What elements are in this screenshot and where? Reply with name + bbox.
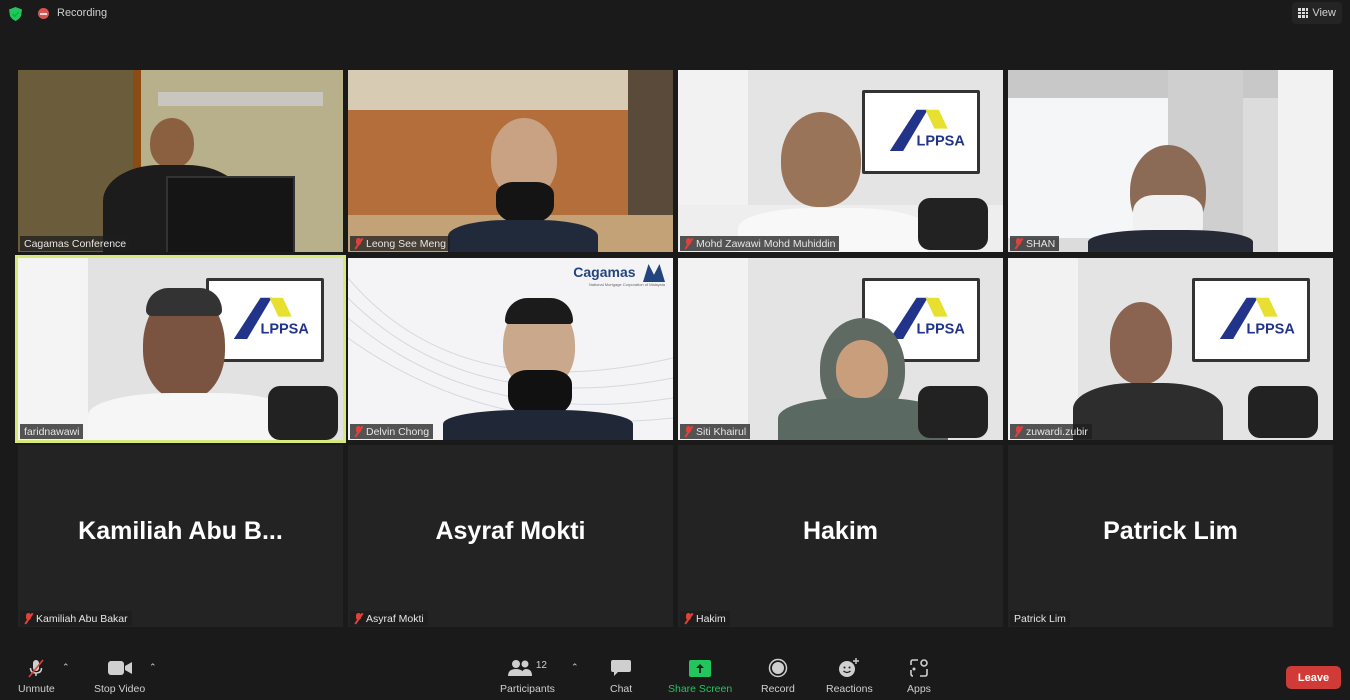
participant-name-tag: Cagamas Conference bbox=[20, 236, 131, 251]
record-icon bbox=[768, 658, 788, 678]
participant-name-tag: Patrick Lim bbox=[1010, 611, 1070, 626]
participant-name: Delvin Chong bbox=[366, 425, 430, 438]
chat-label: Chat bbox=[610, 683, 633, 695]
reactions-label: Reactions bbox=[826, 683, 873, 695]
participant-name: zuwardi.zubir bbox=[1026, 425, 1088, 438]
grid-view-icon bbox=[1298, 8, 1309, 18]
video-camera-icon bbox=[107, 661, 132, 675]
participants-options-caret[interactable]: ⌃ bbox=[571, 662, 579, 673]
unmute-label: Unmute bbox=[18, 683, 55, 695]
participant-display-name: Kamiliah Abu B... bbox=[78, 517, 283, 545]
video-options-caret[interactable]: ⌃ bbox=[149, 662, 157, 673]
svg-text:LPPSA: LPPSA bbox=[261, 321, 310, 337]
participant-name-tag: faridnawawi bbox=[20, 424, 84, 439]
apps-label: Apps bbox=[907, 683, 931, 695]
participant-name-tag: Leong See Meng bbox=[350, 236, 450, 251]
video-off-tile[interactable]: Hakim Hakim bbox=[678, 445, 1003, 627]
mic-muted-icon bbox=[1014, 426, 1023, 437]
video-tile-active-speaker[interactable]: LPPSA faridnawawi bbox=[15, 255, 346, 443]
participant-name-tag: SHAN bbox=[1010, 236, 1060, 251]
stop-video-button[interactable]: Stop Video bbox=[94, 658, 145, 695]
participant-name-tag: Kamiliah Abu Bakar bbox=[20, 611, 132, 626]
share-screen-arrow-icon bbox=[689, 659, 712, 677]
chat-bubble-icon bbox=[611, 660, 632, 676]
mic-muted-icon bbox=[684, 238, 693, 249]
lppsa-screen: LPPSA bbox=[862, 90, 980, 174]
participant-name: Hakim bbox=[696, 612, 726, 625]
svg-text:LPPSA: LPPSA bbox=[917, 321, 966, 337]
mic-muted-icon bbox=[354, 613, 363, 624]
participant-display-name: Patrick Lim bbox=[1103, 517, 1238, 545]
leave-meeting-button[interactable]: Leave bbox=[1286, 666, 1341, 689]
record-button[interactable]: Record bbox=[761, 658, 795, 695]
participant-name: Patrick Lim bbox=[1014, 612, 1066, 625]
video-tile[interactable]: LPPSA Siti Khairul bbox=[678, 258, 1003, 440]
cagamas-logo: Cagamas National Mortgage Corporation of… bbox=[573, 264, 665, 288]
audio-options-caret[interactable]: ⌃ bbox=[62, 662, 70, 673]
participant-count: 12 bbox=[535, 659, 547, 671]
participant-name: faridnawawi bbox=[24, 425, 80, 438]
mic-muted-icon bbox=[1014, 238, 1023, 249]
reactions-smiley-icon bbox=[839, 658, 860, 677]
top-bar: Recording View bbox=[0, 0, 1350, 28]
video-off-tile[interactable]: Kamiliah Abu B... Kamiliah Abu Bakar bbox=[18, 445, 343, 627]
participant-name: Asyraf Mokti bbox=[366, 612, 424, 625]
participants-icon bbox=[507, 660, 532, 676]
participant-name: Mohd Zawawi Mohd Muhiddin bbox=[696, 237, 836, 250]
participant-name-tag: Siti Khairul bbox=[680, 424, 751, 439]
apps-icon bbox=[910, 659, 928, 677]
recording-icon bbox=[38, 8, 49, 19]
participants-button[interactable]: 12 Participants bbox=[500, 658, 555, 696]
participant-name-tag: Hakim bbox=[680, 611, 730, 626]
apps-button[interactable]: Apps bbox=[907, 658, 931, 695]
video-off-tile[interactable]: Patrick Lim Patrick Lim bbox=[1008, 445, 1333, 627]
security-shield-icon[interactable] bbox=[9, 7, 22, 21]
mic-muted-icon bbox=[684, 426, 693, 437]
participant-display-name: Asyraf Mokti bbox=[435, 517, 586, 545]
participant-name: Leong See Meng bbox=[366, 237, 446, 250]
chat-button[interactable]: Chat bbox=[610, 658, 632, 695]
mic-muted-icon bbox=[24, 613, 33, 624]
video-tile[interactable]: SHAN bbox=[1008, 70, 1333, 252]
participant-name: Cagamas Conference bbox=[24, 237, 127, 250]
participant-name: Siti Khairul bbox=[696, 425, 747, 438]
mic-muted-icon bbox=[354, 238, 363, 249]
svg-text:LPPSA: LPPSA bbox=[1247, 321, 1296, 337]
participant-name: Kamiliah Abu Bakar bbox=[36, 612, 128, 625]
svg-text:LPPSA: LPPSA bbox=[917, 133, 966, 149]
participant-name-tag: Asyraf Mokti bbox=[350, 611, 428, 626]
video-off-tile[interactable]: Asyraf Mokti Asyraf Mokti bbox=[348, 445, 673, 627]
share-screen-button[interactable]: Share Screen bbox=[668, 658, 732, 695]
microphone-muted-icon bbox=[28, 659, 44, 678]
video-tile[interactable]: Cagamas Conference bbox=[18, 70, 343, 252]
participants-label: Participants bbox=[500, 683, 555, 695]
unmute-button[interactable]: Unmute bbox=[18, 658, 55, 695]
video-tile[interactable]: Leong See Meng bbox=[348, 70, 673, 252]
share-screen-label: Share Screen bbox=[668, 683, 733, 695]
meeting-toolbar: Unmute ⌃ Stop Video ⌃ 12 Participants ⌃ bbox=[0, 650, 1350, 700]
mic-muted-icon bbox=[354, 426, 363, 437]
video-tile[interactable]: LPPSA zuwardi.zubir bbox=[1008, 258, 1333, 440]
participant-name-tag: Delvin Chong bbox=[350, 424, 434, 439]
mic-muted-icon bbox=[684, 613, 693, 624]
participant-name-tag: Mohd Zawawi Mohd Muhiddin bbox=[680, 236, 840, 251]
recording-label: Recording bbox=[57, 7, 108, 19]
view-label: View bbox=[1312, 7, 1336, 19]
stop-video-label: Stop Video bbox=[94, 683, 146, 695]
record-label: Record bbox=[761, 683, 795, 695]
participant-name: SHAN bbox=[1026, 237, 1056, 250]
video-tile[interactable]: LPPSA Mohd Zawawi Mohd Muhiddin bbox=[678, 70, 1003, 252]
reactions-button[interactable]: Reactions bbox=[826, 658, 873, 695]
view-button[interactable]: View bbox=[1292, 2, 1342, 24]
participant-display-name: Hakim bbox=[802, 517, 879, 545]
participant-name-tag: zuwardi.zubir bbox=[1010, 424, 1092, 439]
video-tile[interactable]: Cagamas National Mortgage Corporation of… bbox=[348, 258, 673, 440]
lppsa-screen: LPPSA bbox=[1192, 278, 1310, 362]
